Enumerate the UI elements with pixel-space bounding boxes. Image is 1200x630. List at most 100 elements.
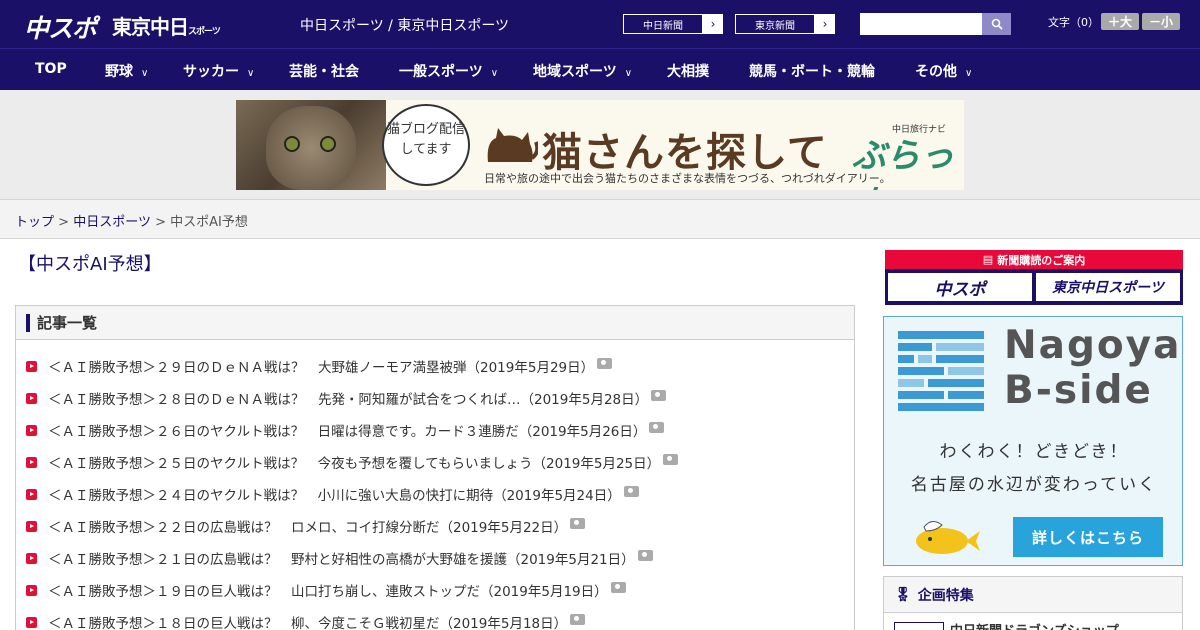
nav-item-label: その他 xyxy=(915,64,957,80)
article-title: ＜ＡＩ勝敗予想＞２８日のＤｅＮＡ戦は？ 先発・阿知羅が試合をつくれば…（2019… xyxy=(48,392,649,408)
article-link[interactable]: ＜ＡＩ勝敗予想＞２８日のＤｅＮＡ戦は？ 先発・阿知羅が試合をつくれば…（2019… xyxy=(26,388,667,408)
article-link[interactable]: ＜ＡＩ勝敗予想＞２５日のヤクルト戦は？ 今夜も予想を覆してもらいましょう（201… xyxy=(26,452,679,472)
nav-item-label: 一般スポーツ xyxy=(399,64,483,80)
camera-icon xyxy=(663,453,679,465)
tokyo-shimbun-button[interactable]: 東京新聞 › xyxy=(734,13,836,35)
play-icon xyxy=(26,520,37,532)
subscription-tokyo-chunichi-logo[interactable]: 東京中日スポーツ xyxy=(1036,273,1180,301)
font-bigger-button[interactable]: ＋大 xyxy=(1101,13,1139,30)
banner-brand: ぶらっ人 xyxy=(852,136,954,190)
newspaper-icon: ▤ xyxy=(982,253,994,266)
breadcrumb: トップ > 中日スポーツ > 中スポAI予想 xyxy=(0,200,1200,239)
chevron-right-icon: › xyxy=(815,14,835,34)
nav-item-others[interactable]: その他 ∨ xyxy=(915,61,972,81)
play-icon xyxy=(26,392,37,404)
article-title: ＜ＡＩ勝敗予想＞２１日の広島戦は？ 野村と好相性の高橋が大野雄を援護（2019年… xyxy=(48,552,635,568)
chevron-down-icon: ∨ xyxy=(247,68,255,79)
chuspo-logo[interactable]: 中スポ xyxy=(24,9,97,45)
nav-item-entertainment[interactable]: 芸能・社会 xyxy=(289,61,359,81)
camera-icon xyxy=(637,549,653,561)
chunichi-shimbun-button[interactable]: 中日新聞 › xyxy=(622,13,724,35)
nagoya-title-line1: Nagoya xyxy=(1004,323,1182,368)
camera-icon xyxy=(651,389,667,401)
site-header: 中スポ 東京中日スポーツ 中日スポーツ / 東京中日スポーツ 中日新聞 › 東京… xyxy=(0,0,1200,48)
search-input[interactable] xyxy=(860,13,982,35)
breadcrumb-top-link[interactable]: トップ xyxy=(15,215,54,230)
nagoya-title-line2: B-side xyxy=(1004,368,1153,413)
play-icon xyxy=(26,584,37,596)
article-link[interactable]: ＜ＡＩ勝敗予想＞１８日の巨人戦は？ 柳、今度こそＧ戦初星だ（2019年5月18日… xyxy=(26,612,586,630)
nav-item-label: 競馬・ボート・競輪 xyxy=(749,64,875,80)
article-link[interactable]: ＜ＡＩ勝敗予想＞２９日のＤｅＮＡ戦は？ 大野雄ノーモア満塁被弾（2019年5月2… xyxy=(26,356,613,376)
camera-icon xyxy=(623,485,639,497)
nagoya-details-button[interactable]: 詳しくはこちら xyxy=(1013,517,1163,557)
breadcrumb-chunichi-sports-link[interactable]: 中日スポーツ xyxy=(73,215,151,230)
article-link[interactable]: ＜ＡＩ勝敗予想＞２６日のヤクルト戦は？ 日曜は得意です。カード３連勝だ（2019… xyxy=(26,420,665,440)
chunichi-shimbun-label: 中日新聞 xyxy=(623,14,703,34)
nagoya-tagline-1: わくわく！どきどき！ xyxy=(939,442,1129,462)
cat-eye xyxy=(320,136,336,152)
breadcrumb-separator: > xyxy=(58,215,70,230)
site-title: 中日スポーツ / 東京中日スポーツ xyxy=(300,18,510,34)
special-features-heading: 🎖 企画特集 xyxy=(884,577,1182,613)
play-icon xyxy=(26,552,37,564)
article-link[interactable]: ＜ＡＩ勝敗予想＞２２日の広島戦は？ ロメロ、コイ打線分断だ（2019年5月22日… xyxy=(26,516,586,536)
search-icon xyxy=(991,18,1003,30)
camera-icon xyxy=(597,357,613,369)
chevron-down-icon: ∨ xyxy=(965,68,973,79)
cat-photo xyxy=(236,100,386,190)
camera-icon xyxy=(610,581,626,593)
font-size-label: 文字（0） xyxy=(1048,16,1099,29)
article-list-panel: 記事一覧 ＜ＡＩ勝敗予想＞２９日のＤｅＮＡ戦は？ 大野雄ノーモア満塁被弾（201… xyxy=(15,305,855,630)
speech-bubble: 猫ブログ配信してます xyxy=(382,104,470,186)
subscription-banner[interactable]: ▤ 新聞購読のご案内 中スポ 東京中日スポーツ xyxy=(885,250,1183,305)
play-icon xyxy=(26,456,37,468)
article-link[interactable]: ＜ＡＩ勝敗予想＞１９日の巨人戦は？ 山口打ち崩し、連敗ストップだ（2019年5月… xyxy=(26,580,626,600)
font-smaller-button[interactable]: －小 xyxy=(1142,13,1180,30)
search-button[interactable] xyxy=(982,13,1011,35)
nav-item-local-sports[interactable]: 地域スポーツ ∨ xyxy=(533,61,632,81)
ribbon-icon: 🎖 xyxy=(894,586,912,603)
nagoya-tagline-2: 名古屋の水辺が変わっていく xyxy=(910,475,1158,495)
cat-face xyxy=(266,106,356,190)
nav-item-label: サッカー xyxy=(183,64,239,80)
nav-item-label: 芸能・社会 xyxy=(289,64,359,80)
dragons-shop-thumbnail[interactable] xyxy=(894,622,944,630)
article-title: ＜ＡＩ勝敗予想＞２９日のＤｅＮＡ戦は？ 大野雄ノーモア満塁被弾（2019年5月2… xyxy=(48,360,595,376)
play-icon xyxy=(26,360,37,372)
article-title: ＜ＡＩ勝敗予想＞２５日のヤクルト戦は？ 今夜も予想を覆してもらいましょう（201… xyxy=(48,456,661,472)
tokyo-chunichi-logo[interactable]: 東京中日スポーツ xyxy=(112,11,221,40)
special-features-heading-text: 企画特集 xyxy=(917,587,974,604)
subscription-chuspo-logo[interactable]: 中スポ xyxy=(888,273,1032,301)
article-list-heading: 記事一覧 xyxy=(16,306,854,340)
nav-item-sumo[interactable]: 大相撲 xyxy=(667,61,709,81)
nav-item-racing[interactable]: 競馬・ボート・競輪 xyxy=(749,61,875,81)
nav-item-top[interactable]: TOP xyxy=(35,61,67,77)
chevron-down-icon: ∨ xyxy=(490,68,499,79)
page-title: 【中スポAI予想】 xyxy=(18,254,162,275)
cat-silhouette-icon xyxy=(487,128,538,162)
nagoya-bside-title: Nagoya B-side xyxy=(1004,323,1181,413)
nav-item-label: TOP xyxy=(35,61,67,77)
tokyo-chunichi-logo-main: 東京中日 xyxy=(112,15,189,39)
nav-item-baseball[interactable]: 野球 ∨ xyxy=(105,61,148,81)
chevron-right-icon: › xyxy=(703,14,723,34)
dragons-shop-link[interactable]: 中日新聞ドラゴンズショップ xyxy=(950,620,1119,630)
article-title: ＜ＡＩ勝敗予想＞２２日の広島戦は？ ロメロ、コイ打線分断だ（2019年5月22日… xyxy=(48,520,568,536)
subscription-heading-text: 新聞購読のご案内 xyxy=(997,253,1086,267)
nav-item-general-sports[interactable]: 一般スポーツ ∨ xyxy=(399,61,498,81)
breadcrumb-separator: > xyxy=(155,215,166,230)
nav-item-soccer[interactable]: サッカー ∨ xyxy=(183,61,254,81)
article-title: ＜ＡＩ勝敗予想＞１９日の巨人戦は？ 山口打ち崩し、連敗ストップだ（2019年5月… xyxy=(48,584,608,600)
play-icon xyxy=(26,616,37,628)
nagoya-bside-ad[interactable]: Nagoya B-side わくわく！どきどき！ 名古屋の水辺が変わっていく 詳し… xyxy=(883,316,1183,566)
article-link[interactable]: ＜ＡＩ勝敗予想＞２１日の広島戦は？ 野村と好相性の高橋が大野雄を援護（2019年… xyxy=(26,548,653,568)
cat-blog-banner[interactable]: 猫ブログ配信してます 猫さんを探して 日常や旅の途中で出会う猫たちのさまざまな表… xyxy=(236,100,964,190)
camera-icon xyxy=(570,613,586,625)
article-title: ＜ＡＩ勝敗予想＞２６日のヤクルト戦は？ 日曜は得意です。カード３連勝だ（2019… xyxy=(48,424,647,440)
tokyo-shimbun-label: 東京新聞 xyxy=(735,14,815,34)
subscription-heading: ▤ 新聞購読のご案内 xyxy=(885,250,1183,269)
play-icon xyxy=(26,424,37,436)
article-link[interactable]: ＜ＡＩ勝敗予想＞２４日のヤクルト戦は？ 小川に強い大島の快打に期待（2019年5… xyxy=(26,484,639,504)
article-title: ＜ＡＩ勝敗予想＞１８日の巨人戦は？ 柳、今度こそＧ戦初星だ（2019年5月18日… xyxy=(48,616,568,630)
